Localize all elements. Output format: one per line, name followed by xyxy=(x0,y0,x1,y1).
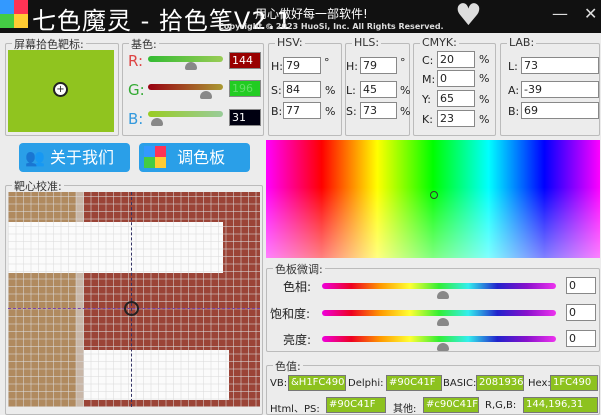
users-icon: 👥 xyxy=(25,148,45,167)
vb-label: VB: xyxy=(270,378,288,389)
basic-value[interactable]: 2081936 xyxy=(476,375,524,391)
saturation-slider-thumb[interactable] xyxy=(437,318,449,326)
cmyk-m-input[interactable]: 0 xyxy=(437,70,475,87)
html-label: Html、PS: xyxy=(270,404,320,415)
html-value[interactable]: #90C41F xyxy=(326,397,386,413)
b-label: B: xyxy=(128,110,144,128)
degree-unit: ° xyxy=(324,56,330,69)
hex-label: Hex: xyxy=(528,378,551,389)
percent-unit: % xyxy=(479,113,490,126)
lab-a-label: A: xyxy=(508,84,520,97)
copyright: Copyright © 2023 HuoSi, Inc. All Rights … xyxy=(218,22,444,31)
lab-b-label: B: xyxy=(508,105,520,118)
hex-value[interactable]: 1FC490 xyxy=(550,375,598,391)
saturation-label: 饱和度: xyxy=(270,307,311,321)
percent-unit: % xyxy=(325,84,336,97)
cmyk-c-input[interactable]: 20 xyxy=(437,51,475,68)
base-label: 基色: xyxy=(129,36,159,52)
cmyk-label: CMYK: xyxy=(420,36,459,49)
lab-a-input[interactable]: -39 xyxy=(521,81,599,98)
hsv-label: HSV: xyxy=(275,36,305,49)
hls-h-input[interactable]: 79 xyxy=(360,57,397,74)
r-slider-thumb[interactable] xyxy=(185,62,197,70)
percent-unit: % xyxy=(479,93,490,106)
percent-unit: % xyxy=(479,53,490,66)
other-value[interactable]: #c90C41F xyxy=(423,397,479,413)
target-crosshair-icon[interactable]: + xyxy=(53,82,68,97)
magnifier-grid[interactable] xyxy=(8,192,260,407)
rgb-value[interactable]: 144,196,31 xyxy=(523,397,598,413)
cmyk-y-input[interactable]: 65 xyxy=(437,90,475,107)
lab-label: LAB: xyxy=(507,36,537,49)
r-slider[interactable] xyxy=(148,56,223,62)
palette-button[interactable]: 调色板 xyxy=(139,143,250,172)
values-label: 色值: xyxy=(273,358,303,374)
g-label: G: xyxy=(128,81,145,99)
percent-unit: % xyxy=(400,105,411,118)
lab-l-input[interactable]: 73 xyxy=(521,57,599,74)
cmyk-m-label: M: xyxy=(422,73,436,86)
cmyk-c-label: C: xyxy=(422,54,434,67)
app-logo-icon xyxy=(0,0,28,28)
lab-b-input[interactable]: 69 xyxy=(521,102,599,119)
hsv-h-input[interactable]: 79 xyxy=(283,57,321,74)
hls-l-input[interactable]: 45 xyxy=(360,81,397,98)
vb-value[interactable]: &H1FC490& xyxy=(288,375,346,391)
minimize-button[interactable]: — xyxy=(552,4,568,23)
hsv-b-label: B: xyxy=(271,105,283,118)
basic-label: BASIC: xyxy=(443,378,477,389)
hls-s-label: S: xyxy=(346,105,357,118)
percent-unit: % xyxy=(400,84,411,97)
b-value[interactable]: 31 xyxy=(229,109,261,126)
hls-label: HLS: xyxy=(352,36,382,49)
spectrum-cursor[interactable] xyxy=(430,191,438,199)
hls-s-input[interactable]: 73 xyxy=(360,102,397,119)
brightness-input[interactable]: 0 xyxy=(566,330,596,347)
b-slider[interactable] xyxy=(148,111,223,117)
rgb-label: R,G,B: xyxy=(485,400,517,411)
g-slider[interactable] xyxy=(148,84,223,90)
degree-unit: ° xyxy=(400,56,406,69)
color-spectrum[interactable] xyxy=(266,140,600,258)
palette-label: 调色板 xyxy=(177,148,226,167)
hls-h-label: H: xyxy=(346,60,358,73)
percent-unit: % xyxy=(479,72,490,85)
about-us-label: 关于我们 xyxy=(50,148,115,167)
hsv-s-label: S: xyxy=(271,84,282,97)
hue-slider[interactable] xyxy=(322,283,556,289)
b-slider-thumb[interactable] xyxy=(151,118,163,126)
cmyk-k-input[interactable]: 23 xyxy=(437,110,475,127)
brightness-label: 亮度: xyxy=(283,333,312,347)
g-slider-thumb[interactable] xyxy=(200,91,212,99)
palette-icon xyxy=(144,146,166,168)
brightness-slider[interactable] xyxy=(322,336,556,342)
g-value[interactable]: 196 xyxy=(229,80,261,97)
other-label: 其他: xyxy=(393,404,417,415)
r-label: R: xyxy=(128,52,144,70)
slogan: 用心做好每一部软件! xyxy=(255,7,368,21)
r-value[interactable]: 144 xyxy=(229,52,261,69)
about-us-button[interactable]: 👥 关于我们 xyxy=(19,143,130,172)
hue-input[interactable]: 0 xyxy=(566,277,596,294)
hls-l-label: L: xyxy=(346,84,356,97)
hue-label: 色相: xyxy=(283,280,312,294)
brightness-slider-thumb[interactable] xyxy=(437,343,449,351)
lab-l-label: L: xyxy=(508,60,518,73)
hsv-b-input[interactable]: 77 xyxy=(283,102,321,119)
hsv-h-label: H: xyxy=(271,60,283,73)
hsv-s-input[interactable]: 84 xyxy=(283,81,321,98)
delphi-value[interactable]: #90C41F xyxy=(386,375,442,391)
crosshair-icon xyxy=(124,301,139,316)
cmyk-y-label: Y: xyxy=(422,93,431,106)
heart-icon: ♥ xyxy=(455,0,482,33)
adjust-label: 色板微调: xyxy=(273,261,325,277)
percent-unit: % xyxy=(325,105,336,118)
saturation-input[interactable]: 0 xyxy=(566,304,596,321)
close-button[interactable]: ✕ xyxy=(584,4,597,23)
cmyk-k-label: K: xyxy=(422,113,433,126)
hue-slider-thumb[interactable] xyxy=(437,291,449,299)
saturation-slider[interactable] xyxy=(322,310,556,316)
delphi-label: Delphi: xyxy=(348,378,384,389)
